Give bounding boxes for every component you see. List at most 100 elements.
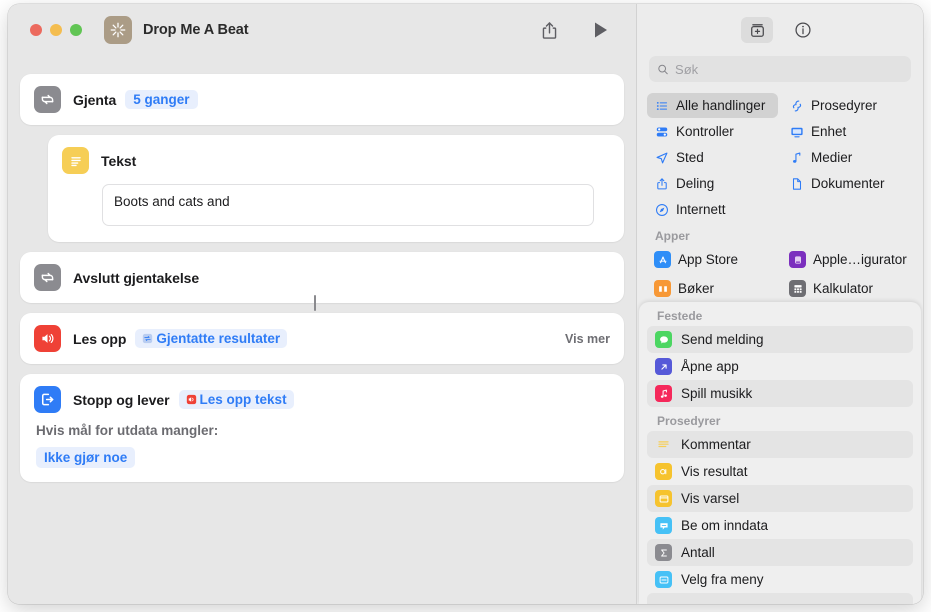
repeat-variable-icon [143,333,153,344]
share-glyph [542,21,556,39]
display-icon [789,124,804,139]
info-circle-icon[interactable] [787,17,819,43]
list-item-kommentar[interactable]: Kommentar [647,431,913,458]
document-icon [789,176,804,191]
list-item-label: Velg fra meny [681,572,764,587]
action-row: Stopp og lever Les opp tekst [20,374,624,425]
play-glyph [595,22,607,38]
list-item-label: Åpne app [681,359,739,374]
fallback-select[interactable]: Ikke gjør noe [36,447,136,468]
repeat-icon [34,264,61,291]
output-variable-token[interactable]: Les opp tekst [178,390,294,409]
category-sted[interactable]: Sted [647,145,778,170]
section-header-apper: Apper [655,229,690,243]
search-input[interactable] [675,61,903,77]
list-item-label: Spill musikk [681,386,753,401]
list-bullet-icon [654,98,669,113]
list-item-label: Kommentar [681,437,751,452]
list-item-spill-musikk[interactable]: Spill musikk [647,380,913,407]
stop-output-icon [34,386,61,413]
calculator-glyph [793,284,802,293]
action-title: Les opp [73,330,127,347]
configurator-glyph [794,255,801,264]
section-header-prosedyrer: Prosedyrer [657,414,721,428]
app-store-glyph [659,255,666,263]
page-title: Drop Me A Beat [143,22,249,38]
repeat-count-token[interactable]: 5 ganger [125,90,198,109]
window-titlebar: Drop Me A Beat [8,4,636,56]
category-kontroller[interactable]: Kontroller [647,119,778,144]
list-item-be-om-inndata[interactable]: Be om inndata [647,512,913,539]
app-item-app-store[interactable]: App Store [647,246,778,273]
apple-configurator-icon [789,251,806,268]
action-title: Gjenta [73,91,117,108]
quick-look-icon [655,463,672,480]
action-title: Stopp og lever [73,391,170,408]
category-label: Medier [811,150,853,165]
action-card-text[interactable]: Tekst Boots and cats and [48,135,624,242]
app-store-icon [654,251,671,268]
alert-icon [655,490,672,507]
list-item-apne-app[interactable]: Åpne app [647,353,913,380]
run-play-icon[interactable] [590,19,612,41]
repeat-body: Tekst Boots and cats and [20,135,624,242]
minimize-button[interactable] [50,24,62,36]
repeat-glyph [41,94,54,105]
list-item-vis-varsel[interactable]: Vis varsel [647,485,913,512]
stop-output-glyph [41,393,54,406]
open-app-glyph [660,363,667,370]
share-icon[interactable] [538,19,560,41]
category-grid: Alle handlinger Prosedyrer Kontroller En… [647,93,913,222]
repeat-icon [34,86,61,113]
list-item-antall[interactable]: Antall [647,539,913,566]
category-enhet[interactable]: Enhet [782,119,913,144]
info-glyph [795,22,811,38]
search-field[interactable] [649,56,911,82]
app-item-boker[interactable]: Bøker [647,275,778,302]
compass-glyph [655,203,668,216]
app-item-apple-configurator[interactable]: Apple…igurator [782,246,913,273]
list-item-vis-resultat[interactable]: Vis resultat [647,458,913,485]
category-alle-handlinger[interactable]: Alle handlinger [647,93,778,118]
list-item-partial[interactable] [647,593,913,604]
category-medier[interactable]: Medier [782,145,913,170]
shortcut-editor-pane: Drop Me A Beat Gjenta 5 ganger Tekst Boo… [8,4,636,604]
location-arrow-icon [654,150,669,165]
controls-glyph [656,126,667,137]
category-label: Deling [676,176,715,191]
action-card-repeat[interactable]: Gjenta 5 ganger [20,74,624,125]
scripting-icon [789,98,804,113]
music-note-glyph [792,152,800,163]
sparkle-glyph [110,22,126,38]
alert-glyph [659,494,668,503]
category-label: Enhet [811,124,847,139]
category-label: Sted [676,150,704,165]
action-card-speak[interactable]: Les opp Gjentatte resultater Vis mer [20,313,624,364]
speak-variable-token[interactable]: Gjentatte resultater [135,329,288,348]
scripting-glyph [792,100,801,111]
category-dokumenter[interactable]: Dokumenter [782,171,913,196]
list-item-label: Antall [681,545,715,560]
app-item-kalkulator[interactable]: Kalkulator [782,275,913,302]
apps-grid: App Store Apple…igurator Bøker Kalkulato… [647,246,913,302]
list-item-velg-fra-meny[interactable]: Velg fra meny [647,566,913,593]
action-card-end-repeat[interactable]: Avslutt gjentakelse [20,252,624,303]
token-label: Gjentatte resultater [156,331,281,346]
category-internett[interactable]: Internett [647,197,778,222]
open-app-icon [655,358,672,375]
list-item-send-melding[interactable]: Send melding [647,326,913,353]
text-input-field[interactable]: Boots and cats and [102,184,594,226]
category-prosedyrer[interactable]: Prosedyrer [782,93,913,118]
traffic-lights [30,24,82,36]
show-more-button[interactable]: Vis mer [565,332,610,346]
calculator-icon [789,280,806,297]
text-glyph [70,156,81,166]
messages-glyph [659,335,668,343]
location-glyph [656,152,667,163]
category-deling[interactable]: Deling [647,171,778,196]
books-icon [654,280,671,297]
zoom-button[interactable] [70,24,82,36]
close-button[interactable] [30,24,42,36]
action-library-icon[interactable] [741,17,773,43]
action-card-stop-and-output[interactable]: Stopp og lever Les opp tekst Hvis mål fo… [20,374,624,482]
